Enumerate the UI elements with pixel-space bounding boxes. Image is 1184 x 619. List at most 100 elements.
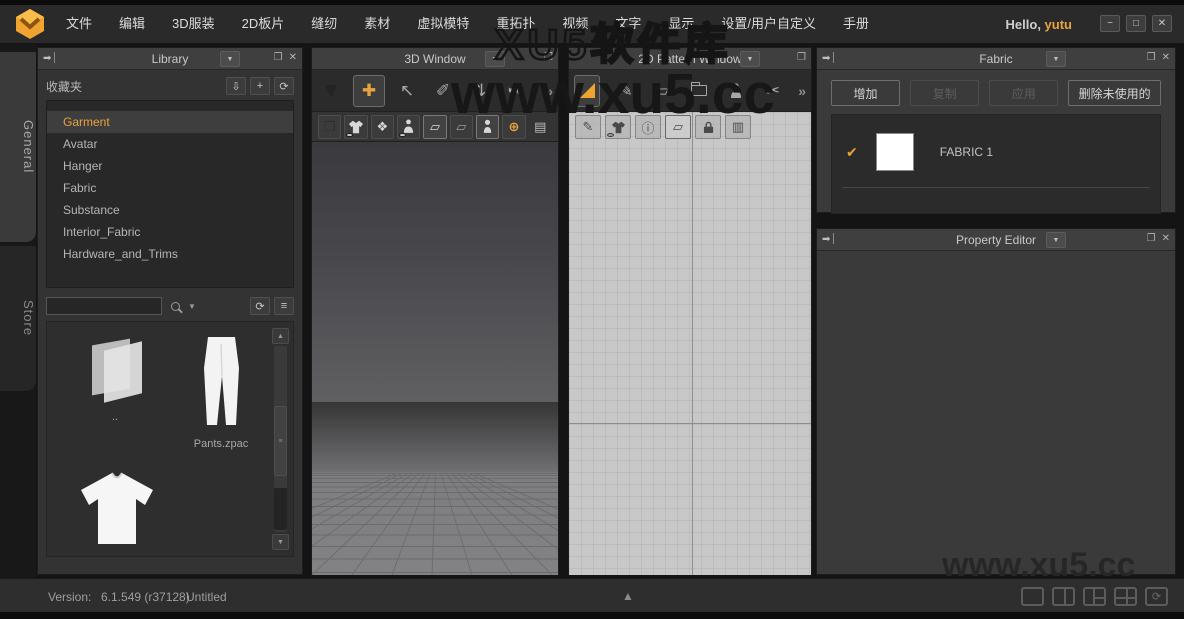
tape-measure-toggle[interactable]: ▤ <box>529 115 552 139</box>
list-view-button[interactable]: ≡ <box>274 297 294 315</box>
3d-window-dropdown-button[interactable]: ▼ <box>485 51 505 67</box>
menu-2d-pattern[interactable]: 2D板片 <box>242 11 285 37</box>
folder-tool-button[interactable] <box>688 76 711 106</box>
add-fabric-button[interactable]: 增加 <box>831 80 901 106</box>
show-info-toggle[interactable]: ⓘ <box>635 115 661 139</box>
apply-fabric-button[interactable]: 应用 <box>989 80 1059 106</box>
copy-fabric-button[interactable]: 复制 <box>910 80 980 106</box>
show-globe-toggle[interactable]: ⊕ <box>502 114 526 139</box>
show-avatar-toggle[interactable] <box>396 114 421 139</box>
move-tool-button-active[interactable]: ✚ <box>353 74 385 107</box>
file-item-parent-folder[interactable]: .. <box>63 338 167 423</box>
add-favorite-button[interactable]: + <box>250 77 270 95</box>
show-3d-gizmo-toggle[interactable]: ❒ <box>318 114 342 139</box>
show-stitches-toggle[interactable]: ✎ <box>575 115 601 139</box>
show-fabric-toggle[interactable]: ▱ <box>423 114 447 139</box>
transform-pattern-tool-active[interactable] <box>574 74 601 107</box>
menu-display[interactable]: 显示 <box>668 11 694 37</box>
select-tool-button[interactable]: ↖ <box>393 76 421 106</box>
more-tools-chevron[interactable]: » <box>798 83 806 99</box>
search-icon[interactable] <box>171 301 180 311</box>
menu-material[interactable]: 素材 <box>364 11 390 37</box>
show-shape-toggle[interactable] <box>605 115 631 139</box>
menu-settings[interactable]: 设置/用户自定义 <box>721 11 816 37</box>
menu-3d-garment[interactable]: 3D服装 <box>172 11 215 37</box>
download-button[interactable]: ⇩ <box>226 77 246 95</box>
folder-item-interior-fabric[interactable]: Interior_Fabric <box>47 221 293 243</box>
expand-statusbar-arrow[interactable]: ▲ <box>622 589 634 603</box>
favorites-row: 收藏夹 ⇩ + ⟳ <box>46 77 294 95</box>
layout-two-pane-button[interactable] <box>1052 587 1075 606</box>
show-fabric-toggle[interactable]: ▱ <box>665 115 691 139</box>
show-trims-toggle[interactable]: ❖ <box>370 114 394 139</box>
create-pattern-tool-button[interactable]: ▱ <box>651 76 674 106</box>
property-editor-dropdown-button[interactable]: ▼ <box>1046 232 1066 248</box>
menu-video[interactable]: 视频 <box>562 11 588 37</box>
layout-single-button[interactable] <box>1021 587 1044 606</box>
scroll-track[interactable]: ≡ <box>274 346 287 532</box>
more-tools-chevron[interactable]: » <box>545 83 553 99</box>
scroll-up-icon[interactable]: ▲ <box>272 328 289 344</box>
layout-reset-button[interactable]: ⟳ <box>1145 587 1168 606</box>
menu-text[interactable]: 文字 <box>615 11 641 37</box>
refresh-favorites-button[interactable]: ⟳ <box>274 77 294 95</box>
folder-item-substance[interactable]: Substance <box>47 199 293 221</box>
minimize-button[interactable]: − <box>1100 15 1120 32</box>
file-item-shirt[interactable] <box>65 470 169 553</box>
tab-general[interactable]: General <box>0 52 36 242</box>
edit-pattern-tool-button[interactable]: ✎ <box>614 76 637 106</box>
folder-item-fabric[interactable]: Fabric <box>47 177 293 199</box>
scroll-thumb[interactable]: ≡ <box>274 406 287 476</box>
sewing-machine-tool-button[interactable]: ✂ <box>761 76 784 106</box>
fabric-dropdown-button[interactable]: ▼ <box>1046 51 1066 67</box>
tape-measure-toggle[interactable]: ▥ <box>725 115 751 139</box>
menu-retopology[interactable]: 重拓扑 <box>496 11 535 37</box>
menu-sewing[interactable]: 缝纫 <box>311 11 337 37</box>
menu-manual[interactable]: 手册 <box>843 11 869 37</box>
close-panel-icon[interactable]: ✕ <box>1162 52 1170 63</box>
layout-split-right-button[interactable] <box>1083 587 1106 606</box>
user-greeting[interactable]: Hello, yutu <box>1006 17 1072 32</box>
menu-file[interactable]: 文件 <box>66 11 92 37</box>
gizmo-arrow-icon[interactable]: ▼ <box>317 76 345 106</box>
lock-patterns-toggle[interactable] <box>695 115 721 139</box>
3d-viewport[interactable] <box>312 142 558 575</box>
layout-quad-button[interactable] <box>1114 587 1137 606</box>
fabric-list-item[interactable]: ✔ FABRIC 1 <box>832 123 1160 181</box>
fabric-swatch[interactable] <box>875 133 914 171</box>
folder-item-avatar[interactable]: Avatar <box>47 133 293 155</box>
app-logo-icon[interactable] <box>13 8 47 45</box>
search-input[interactable] <box>46 297 162 315</box>
search-options-dropdown-icon[interactable]: ▼ <box>188 302 196 311</box>
popout-icon[interactable]: ❐ <box>797 52 806 63</box>
close-button[interactable]: ✕ <box>1152 15 1172 32</box>
show-avatar-pattern-button[interactable] <box>725 76 748 106</box>
close-panel-icon[interactable]: ✕ <box>1162 233 1170 244</box>
popout-icon[interactable]: ❐ <box>1147 52 1156 63</box>
show-garment-toggle[interactable] <box>344 114 368 139</box>
scroll-down-icon[interactable]: ▼ <box>272 534 289 550</box>
library-dropdown-button[interactable]: ▼ <box>220 51 240 67</box>
menu-edit[interactable]: 编辑 <box>119 11 145 37</box>
file-item-pants[interactable]: Pants.zpac <box>165 334 277 450</box>
show-bust-toggle[interactable] <box>475 114 500 139</box>
maximize-button[interactable]: □ <box>1126 15 1146 32</box>
delete-unused-fabric-button[interactable]: 删除未使用的 <box>1068 80 1161 106</box>
popout-icon[interactable]: ❐ <box>544 52 553 63</box>
refresh-list-button[interactable]: ⟳ <box>250 297 270 315</box>
export-pose-tool-button[interactable]: ➥ <box>501 76 529 106</box>
popout-icon[interactable]: ❐ <box>274 52 283 63</box>
2d-pattern-canvas[interactable]: ✎ ⓘ ▱ ▥ <box>569 112 811 575</box>
2d-window-dropdown-button[interactable]: ▼ <box>740 51 760 67</box>
folder-item-hanger[interactable]: Hanger <box>47 155 293 177</box>
show-pattern-toggle[interactable]: ▱ <box>449 114 473 139</box>
tab-store[interactable]: Store <box>0 246 36 391</box>
folder-item-hardware-and-trims[interactable]: Hardware_and_Trims <box>47 243 293 265</box>
pin-tool-button[interactable]: ✐ <box>429 76 457 106</box>
menu-avatar[interactable]: 虚拟模特 <box>417 11 469 37</box>
folder-item-garment[interactable]: Garment <box>47 111 293 133</box>
popout-icon[interactable]: ❐ <box>1147 233 1156 244</box>
file-browser-scrollbar[interactable]: ▲ ≡ ▼ <box>272 328 289 550</box>
flip-garment-tool-button[interactable]: ⇅ <box>465 76 493 106</box>
close-panel-icon[interactable]: ✕ <box>289 52 297 63</box>
